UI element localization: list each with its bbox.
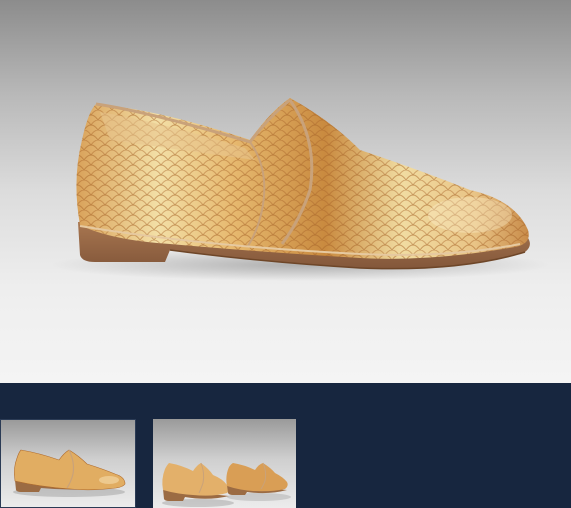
- thumbnail-1[interactable]: [0, 419, 136, 508]
- loafer-pair-thumbnail: [162, 462, 291, 507]
- thumbnail-strip: [0, 383, 571, 508]
- thumbnail-2[interactable]: [153, 419, 296, 508]
- product-image-viewer: [0, 0, 571, 508]
- main-product-image[interactable]: [0, 0, 571, 383]
- loafer-side-thumbnail: [13, 449, 126, 497]
- loafer-shoe-photo: [50, 98, 550, 281]
